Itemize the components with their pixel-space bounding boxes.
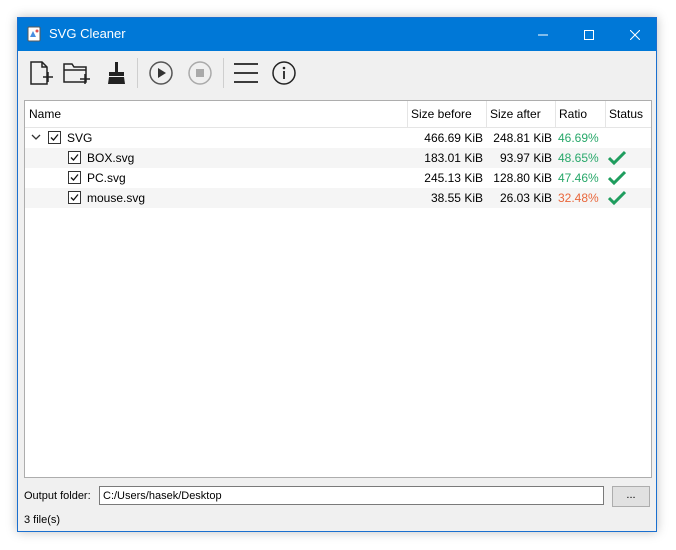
about-button[interactable] — [268, 57, 300, 89]
clear-list-button[interactable] — [100, 57, 132, 89]
checkmark-icon — [70, 174, 79, 181]
file-tree[interactable]: Name Size before Size after Ratio Status… — [24, 100, 652, 478]
row-size-after: 93.97 KiB — [499, 151, 552, 165]
row-checkbox[interactable] — [68, 191, 81, 204]
header-name[interactable]: Name — [25, 101, 407, 127]
add-files-button[interactable] — [24, 57, 56, 89]
output-folder-label: Output folder: — [24, 490, 91, 502]
check-icon — [608, 170, 626, 186]
column-header: Name Size before Size after Ratio Status — [25, 101, 651, 128]
row-checkbox[interactable] — [68, 171, 81, 184]
tree-row-file[interactable]: BOX.svg 183.01 KiB 93.97 KiB 48.65% — [25, 148, 651, 168]
row-ratio: 48.65% — [558, 151, 599, 165]
output-folder-input[interactable] — [99, 486, 604, 505]
start-button[interactable] — [145, 57, 177, 89]
close-icon — [630, 29, 640, 40]
status-file-count: 3 file(s) — [24, 514, 61, 526]
row-checkbox[interactable] — [48, 131, 61, 144]
play-icon — [149, 61, 173, 85]
row-name: BOX.svg — [87, 151, 135, 165]
row-name: PC.svg — [87, 171, 126, 185]
maximize-button[interactable] — [566, 18, 612, 51]
tree-row-file[interactable]: mouse.svg 38.55 KiB 26.03 KiB 32.48% — [25, 188, 651, 208]
toolbar — [18, 52, 656, 96]
browse-button[interactable]: ... — [612, 486, 650, 507]
add-folder-button[interactable] — [60, 57, 92, 89]
row-ratio: 32.48% — [558, 191, 599, 205]
row-name: mouse.svg — [87, 191, 146, 205]
stop-button[interactable] — [184, 57, 216, 89]
toolbar-separator — [223, 58, 224, 88]
checkmark-icon — [70, 194, 79, 201]
add-folder-icon — [63, 63, 90, 84]
menu-button[interactable] — [230, 57, 262, 89]
window-title: SVG Cleaner — [49, 26, 126, 41]
check-icon — [608, 150, 626, 166]
row-ratio: 47.46% — [558, 171, 599, 185]
close-button[interactable] — [612, 18, 658, 51]
header-size-before[interactable]: Size before — [407, 101, 486, 127]
row-size-before: 466.69 KiB — [424, 131, 483, 145]
row-ratio: 46.69% — [558, 131, 599, 145]
checkmark-icon — [70, 154, 79, 161]
check-icon — [608, 190, 626, 206]
tree-row-file[interactable]: PC.svg 245.13 KiB 128.80 KiB 47.46% — [25, 168, 651, 188]
row-checkbox[interactable] — [68, 151, 81, 164]
stop-icon — [188, 61, 212, 85]
tree-row-folder[interactable]: SVG 466.69 KiB 248.81 KiB 46.69% — [25, 128, 651, 148]
toolbar-separator — [137, 58, 138, 88]
add-file-icon — [30, 61, 53, 85]
minimize-icon — [538, 34, 548, 35]
title-bar[interactable]: SVG Cleaner — [18, 18, 656, 51]
row-size-after: 26.03 KiB — [499, 191, 552, 205]
row-size-before: 183.01 KiB — [424, 151, 483, 165]
checkmark-icon — [50, 134, 59, 141]
minimize-button[interactable] — [520, 18, 566, 51]
header-size-after[interactable]: Size after — [486, 101, 555, 127]
clear-icon — [108, 62, 125, 84]
chevron-down-icon[interactable] — [31, 132, 41, 142]
info-icon — [272, 61, 296, 85]
row-size-after: 128.80 KiB — [493, 171, 552, 185]
menu-icon — [234, 63, 258, 83]
header-status[interactable]: Status — [605, 101, 651, 127]
row-size-before: 245.13 KiB — [424, 171, 483, 185]
app-window: SVG Cleaner Name Size before Size after … — [17, 17, 657, 532]
row-size-before: 38.55 KiB — [430, 191, 483, 205]
row-size-after: 248.81 KiB — [493, 131, 552, 145]
header-ratio[interactable]: Ratio — [555, 101, 605, 127]
app-icon — [27, 26, 41, 42]
maximize-icon — [584, 29, 594, 40]
row-name: SVG — [67, 131, 93, 145]
